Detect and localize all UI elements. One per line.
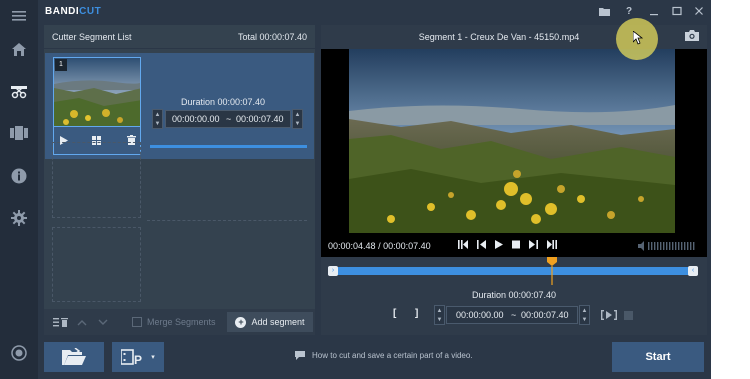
open-folder-icon	[62, 348, 86, 365]
help-hint[interactable]: How to cut and save a certain part of a …	[295, 351, 473, 360]
merge-segments-label: Merge Segments	[147, 317, 216, 327]
film-format-icon: P	[121, 349, 142, 366]
step-back-icon[interactable]	[477, 240, 486, 251]
empty-segment-slot	[52, 142, 141, 218]
set-start-button[interactable]: [	[393, 308, 396, 319]
play-range-icon[interactable]	[601, 310, 617, 322]
help-icon[interactable]: ?	[620, 3, 638, 19]
info-icon[interactable]	[0, 161, 38, 191]
segment-range-field[interactable]: 00:00:00.00 ~ 00:00:07.40	[165, 110, 291, 128]
segment-progress-bar	[150, 145, 307, 148]
minimize-icon[interactable]	[645, 3, 663, 19]
chevron-down-icon: ▾	[151, 354, 155, 361]
landscape-thumbnail-image	[54, 58, 140, 126]
start-button[interactable]: Start	[612, 342, 704, 372]
merge-icon[interactable]	[0, 118, 38, 148]
list-delete-icon[interactable]	[53, 317, 69, 329]
close-icon[interactable]	[690, 3, 708, 19]
play-button[interactable]	[495, 240, 503, 251]
bottom-bar: P ▾ How to cut and save a certain part o…	[38, 336, 711, 379]
total-time: 00:00:07.40	[383, 241, 431, 251]
transport-controls	[458, 240, 557, 251]
hint-text[interactable]: How to cut and save a certain part of a …	[312, 351, 473, 360]
svg-text:P: P	[134, 353, 142, 366]
range-separator: ~	[226, 114, 232, 124]
stop-range-icon[interactable]	[624, 311, 633, 322]
settings-icon[interactable]	[0, 203, 38, 233]
range-end-time[interactable]: 00:00:07.40	[521, 310, 569, 320]
add-segment-label: Add segment	[251, 317, 305, 327]
stop-button[interactable]	[512, 240, 520, 251]
chat-icon	[295, 351, 305, 360]
merge-checkbox-box[interactable]	[132, 317, 142, 327]
segment-list-footer: Merge Segments + Add segment	[44, 309, 315, 335]
segment-number: 1	[55, 59, 67, 71]
skip-back-icon[interactable]	[458, 240, 468, 251]
range-end-stepper[interactable]: ▲ ▼	[579, 305, 590, 325]
home-icon[interactable]	[0, 34, 38, 64]
range-start-handle[interactable]: ›	[328, 266, 338, 276]
merge-segments-checkbox[interactable]: Merge Segments	[132, 317, 216, 327]
video-preview[interactable]	[321, 49, 707, 257]
segment-start-time[interactable]: 00:00:00.00	[172, 114, 220, 124]
timeline-bar[interactable]: › ‹	[328, 266, 698, 276]
segment-list-panel: Cutter Segment List Total 00:00:07.40 1	[44, 25, 315, 335]
end-time-stepper[interactable]: ▲ ▼	[292, 109, 303, 129]
bandicut-window: BANDICUT ? Cutter Segment List Total 00:…	[0, 0, 711, 379]
segment-end-time[interactable]: 00:00:07.40	[236, 114, 284, 124]
add-icon: +	[235, 316, 247, 328]
side-rail	[0, 0, 38, 379]
player-panel: Segment 1 - Creux De Van - 45150.mp4 00:…	[321, 25, 707, 335]
slot-divider	[147, 220, 307, 221]
skip-forward-icon[interactable]	[547, 240, 557, 251]
range-duration: Duration 00:00:07.40	[471, 290, 557, 300]
maximize-icon[interactable]	[668, 3, 686, 19]
title-bar: BANDICUT ?	[38, 0, 711, 24]
mouse-cursor-icon	[632, 30, 644, 47]
move-up-icon[interactable]	[77, 318, 87, 328]
camera-icon[interactable]	[685, 30, 699, 43]
range-start-time[interactable]: 00:00:00.00	[456, 310, 504, 320]
total-duration: Total 00:00:07.40	[237, 32, 307, 42]
app-logo: BANDICUT	[45, 6, 102, 17]
start-time-stepper[interactable]: ▲ ▼	[152, 109, 163, 129]
step-forward-icon[interactable]	[529, 240, 538, 251]
open-file-button[interactable]	[44, 342, 104, 372]
record-icon[interactable]	[0, 338, 38, 368]
cut-icon[interactable]	[0, 76, 38, 106]
range-end-handle[interactable]: ‹	[688, 266, 698, 276]
set-end-button[interactable]: ]	[415, 308, 418, 319]
empty-segment-slot	[52, 227, 141, 302]
folder-icon[interactable]	[595, 3, 613, 19]
add-segment-button[interactable]: + Add segment	[227, 312, 313, 332]
time-separator: /	[378, 241, 381, 251]
range-start-stepper[interactable]: ▲ ▼	[434, 305, 445, 325]
menu-icon[interactable]	[0, 1, 38, 31]
current-time: 00:00:04.48	[328, 241, 376, 251]
segment-duration: Duration 00:00:07.40	[181, 97, 266, 107]
playhead[interactable]	[546, 257, 557, 285]
output-format-button[interactable]: P ▾	[112, 342, 164, 372]
segment-list-header: Cutter Segment List Total 00:00:07.40	[44, 25, 315, 49]
segment-list-title: Cutter Segment List	[52, 32, 132, 42]
video-frame-landscape	[349, 49, 675, 233]
volume-slider[interactable]	[638, 241, 698, 251]
move-down-icon[interactable]	[98, 318, 108, 328]
time-readout: 00:00:04.48 / 00:00:07.40	[328, 241, 431, 251]
segment-thumbnail[interactable]: 1	[53, 57, 141, 127]
range-input-field[interactable]: 00:00:00.00 ~ 00:00:07.40	[446, 306, 578, 324]
range-separator: ~	[511, 310, 517, 320]
